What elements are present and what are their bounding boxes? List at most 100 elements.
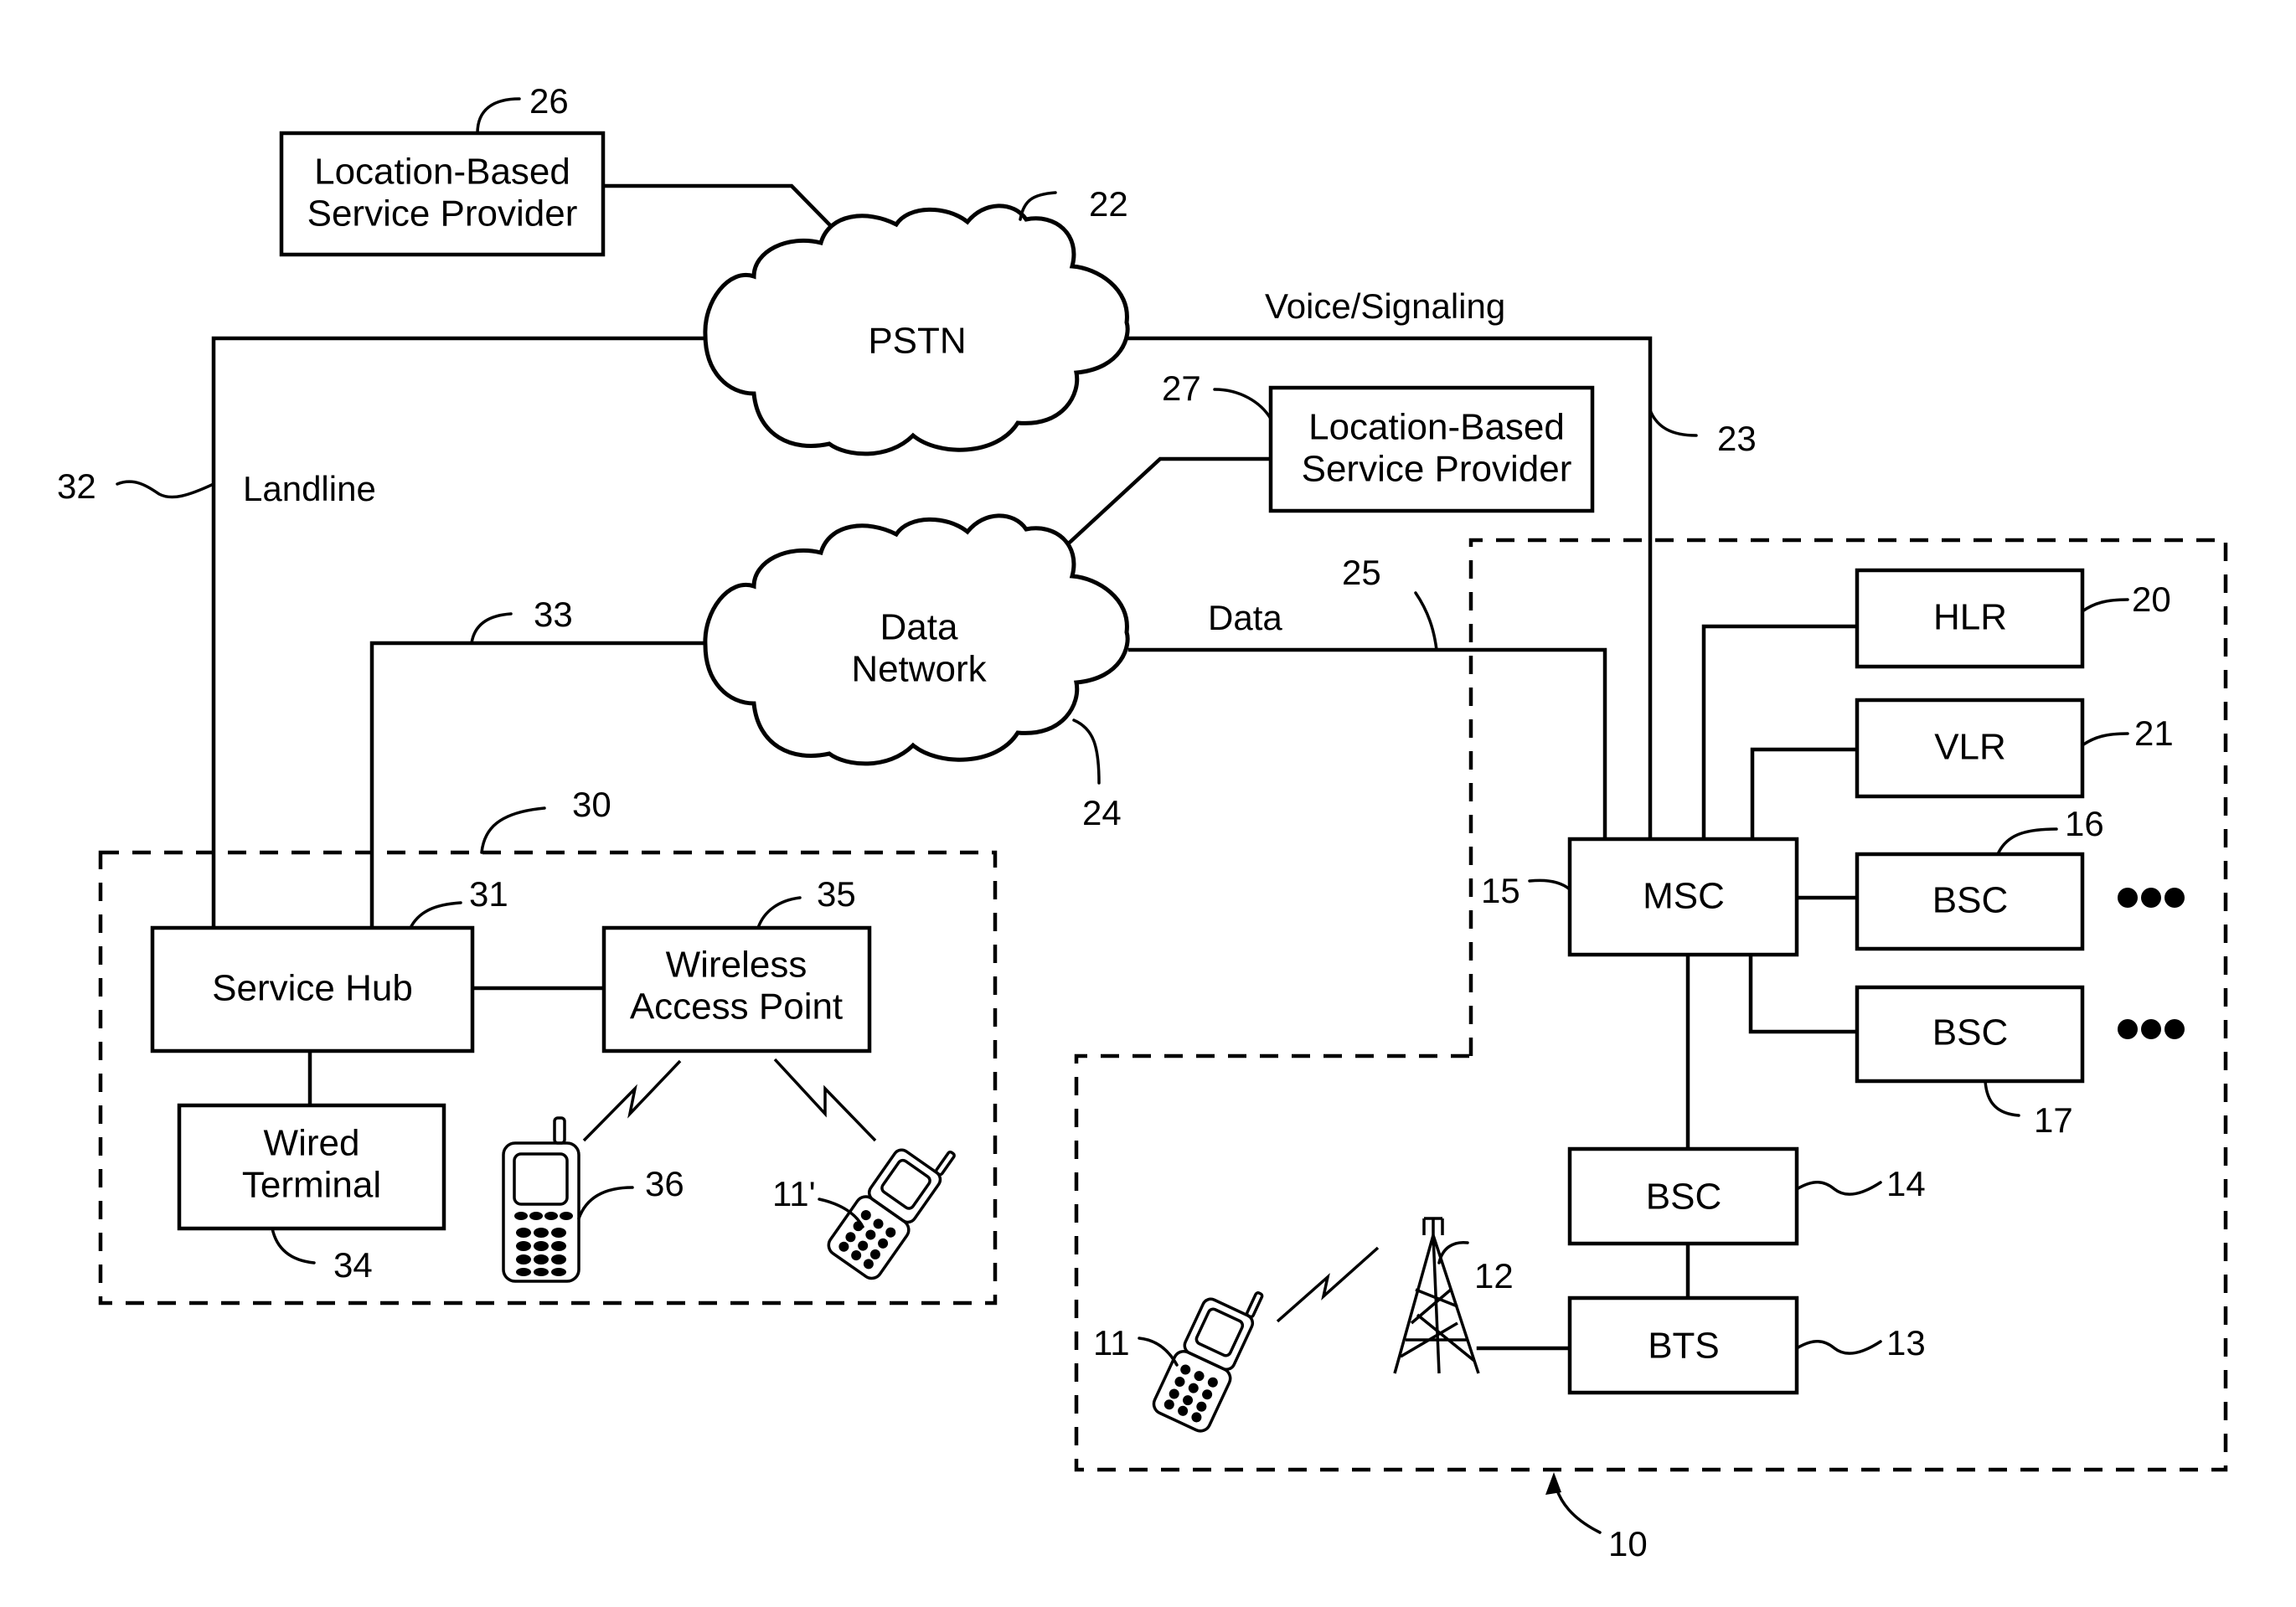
leader-16 xyxy=(1996,827,2058,856)
voice-signaling-label: Voice/Signaling xyxy=(1265,286,1505,326)
ref-20: 20 xyxy=(2132,579,2171,619)
bsc-14-label: BSC xyxy=(1646,1177,1721,1218)
msc-box: MSC xyxy=(1567,837,1799,957)
ref-24: 24 xyxy=(1082,793,1122,832)
data-network-label-line2: Network xyxy=(851,649,987,690)
flip-phone-icon xyxy=(827,1148,956,1280)
data-network-cloud: Data Network xyxy=(703,513,1130,766)
landline-label: Landline xyxy=(243,469,376,508)
link-lbsp26-pstn xyxy=(602,183,833,228)
ref-36: 36 xyxy=(645,1164,684,1203)
bsc-14-box: BSC xyxy=(1567,1146,1799,1246)
leader-25 xyxy=(1414,591,1438,652)
leader-17 xyxy=(1984,1079,2020,1117)
vlr-box: VLR xyxy=(1855,698,2085,799)
ref-11: 11 xyxy=(1093,1323,1130,1362)
leader-13 xyxy=(1795,1340,1882,1355)
lbsp-27-line1: Location-Based xyxy=(1308,407,1565,448)
leader-32 xyxy=(116,480,215,499)
bsc-17-label: BSC xyxy=(1932,1012,2008,1053)
candybar-phone-icon xyxy=(502,1116,580,1283)
wireless-ap-line2: Access Point xyxy=(630,986,843,1028)
wireless-link-icon xyxy=(582,1059,682,1142)
link-landline xyxy=(211,336,706,930)
link-hub-data xyxy=(369,641,706,930)
leader-15 xyxy=(1528,878,1571,891)
bsc-16-more-dots xyxy=(2118,888,2185,908)
link-msc-vlr xyxy=(1750,747,1860,842)
bts-label: BTS xyxy=(1648,1326,1720,1367)
ref-12: 12 xyxy=(1474,1256,1514,1295)
service-hub-box: Service Hub xyxy=(150,925,475,1053)
lbsp-27-line2: Service Provider xyxy=(1302,449,1572,490)
premises-region xyxy=(98,850,998,1306)
bsc-17-more-dots xyxy=(2118,1019,2185,1039)
leader-10-arrow xyxy=(1552,1476,1602,1534)
wired-terminal-line1: Wired xyxy=(264,1123,360,1164)
leader-34 xyxy=(271,1227,316,1264)
leader-23 xyxy=(1648,409,1698,437)
ref-26: 26 xyxy=(529,81,569,121)
ref-11-prime: 11' xyxy=(772,1174,816,1213)
ref-25: 25 xyxy=(1342,553,1381,592)
leader-20 xyxy=(2081,598,2129,613)
network-diagram: PSTN Data Network Location-Based Service… xyxy=(57,81,2228,1563)
ref-31: 31 xyxy=(469,874,508,914)
hlr-box: HLR xyxy=(1855,568,2085,669)
pstn-label: PSTN xyxy=(868,321,966,362)
leader-26 xyxy=(476,97,521,135)
ref-35: 35 xyxy=(817,874,856,914)
ref-33: 33 xyxy=(534,595,573,634)
data-network-label-line1: Data xyxy=(880,607,958,648)
ref-10: 10 xyxy=(1608,1524,1648,1563)
leader-31 xyxy=(409,901,462,930)
leader-14 xyxy=(1795,1181,1882,1196)
wireless-ap-line1: Wireless xyxy=(666,945,807,986)
data-link-label: Data xyxy=(1208,598,1282,637)
leader-11 xyxy=(1138,1337,1179,1367)
arrowhead-icon xyxy=(1545,1472,1561,1495)
lbsp-27-box: Location-Based Service Provider xyxy=(1268,385,1595,513)
ref-14: 14 xyxy=(1886,1164,1926,1203)
bts-box: BTS xyxy=(1567,1295,1799,1395)
bsc-16-box: BSC xyxy=(1855,852,2085,951)
bsc-16-label: BSC xyxy=(1932,880,2008,921)
bsc-17-box: BSC xyxy=(1855,985,2085,1084)
msc-label: MSC xyxy=(1643,876,1725,917)
ref-17: 17 xyxy=(2034,1100,2073,1140)
wireless-link-icon xyxy=(773,1058,877,1142)
ref-27: 27 xyxy=(1162,368,1201,408)
link-msc-bsc17 xyxy=(1748,952,1860,1034)
wireless-link-icon xyxy=(1276,1246,1380,1323)
ref-16: 16 xyxy=(2065,804,2104,843)
lbsp-26-line1: Location-Based xyxy=(314,152,570,193)
link-data xyxy=(1127,647,1607,842)
link-msc-hlr xyxy=(1701,624,1860,842)
wireless-ap-box: Wireless Access Point xyxy=(601,925,872,1053)
leader-33 xyxy=(470,612,513,645)
ref-13: 13 xyxy=(1886,1323,1926,1362)
ref-23: 23 xyxy=(1717,419,1757,458)
leader-21 xyxy=(2081,732,2129,747)
ref-32: 32 xyxy=(57,466,96,506)
leader-24 xyxy=(1072,719,1101,785)
ref-15: 15 xyxy=(1481,871,1520,910)
ref-30: 30 xyxy=(572,785,611,824)
ref-22: 22 xyxy=(1089,184,1128,224)
hlr-label: HLR xyxy=(1933,597,2007,638)
wired-terminal-box: Wired Terminal xyxy=(177,1103,446,1231)
ref-34: 34 xyxy=(333,1245,373,1285)
leader-36 xyxy=(577,1186,634,1220)
wired-terminal-line2: Terminal xyxy=(242,1165,381,1206)
leader-12 xyxy=(1437,1240,1469,1264)
link-data-lbsp27 xyxy=(1048,456,1273,563)
vlr-label: VLR xyxy=(1934,727,2006,768)
lbsp-26-line2: Service Provider xyxy=(307,193,578,234)
pstn-cloud: PSTN xyxy=(703,203,1130,456)
lbsp-26-box: Location-Based Service Provider xyxy=(279,131,606,257)
leader-35 xyxy=(756,896,802,930)
service-hub-label: Service Hub xyxy=(212,968,413,1009)
ref-21: 21 xyxy=(2134,713,2174,753)
leader-30 xyxy=(480,806,546,854)
leader-27 xyxy=(1213,388,1272,420)
